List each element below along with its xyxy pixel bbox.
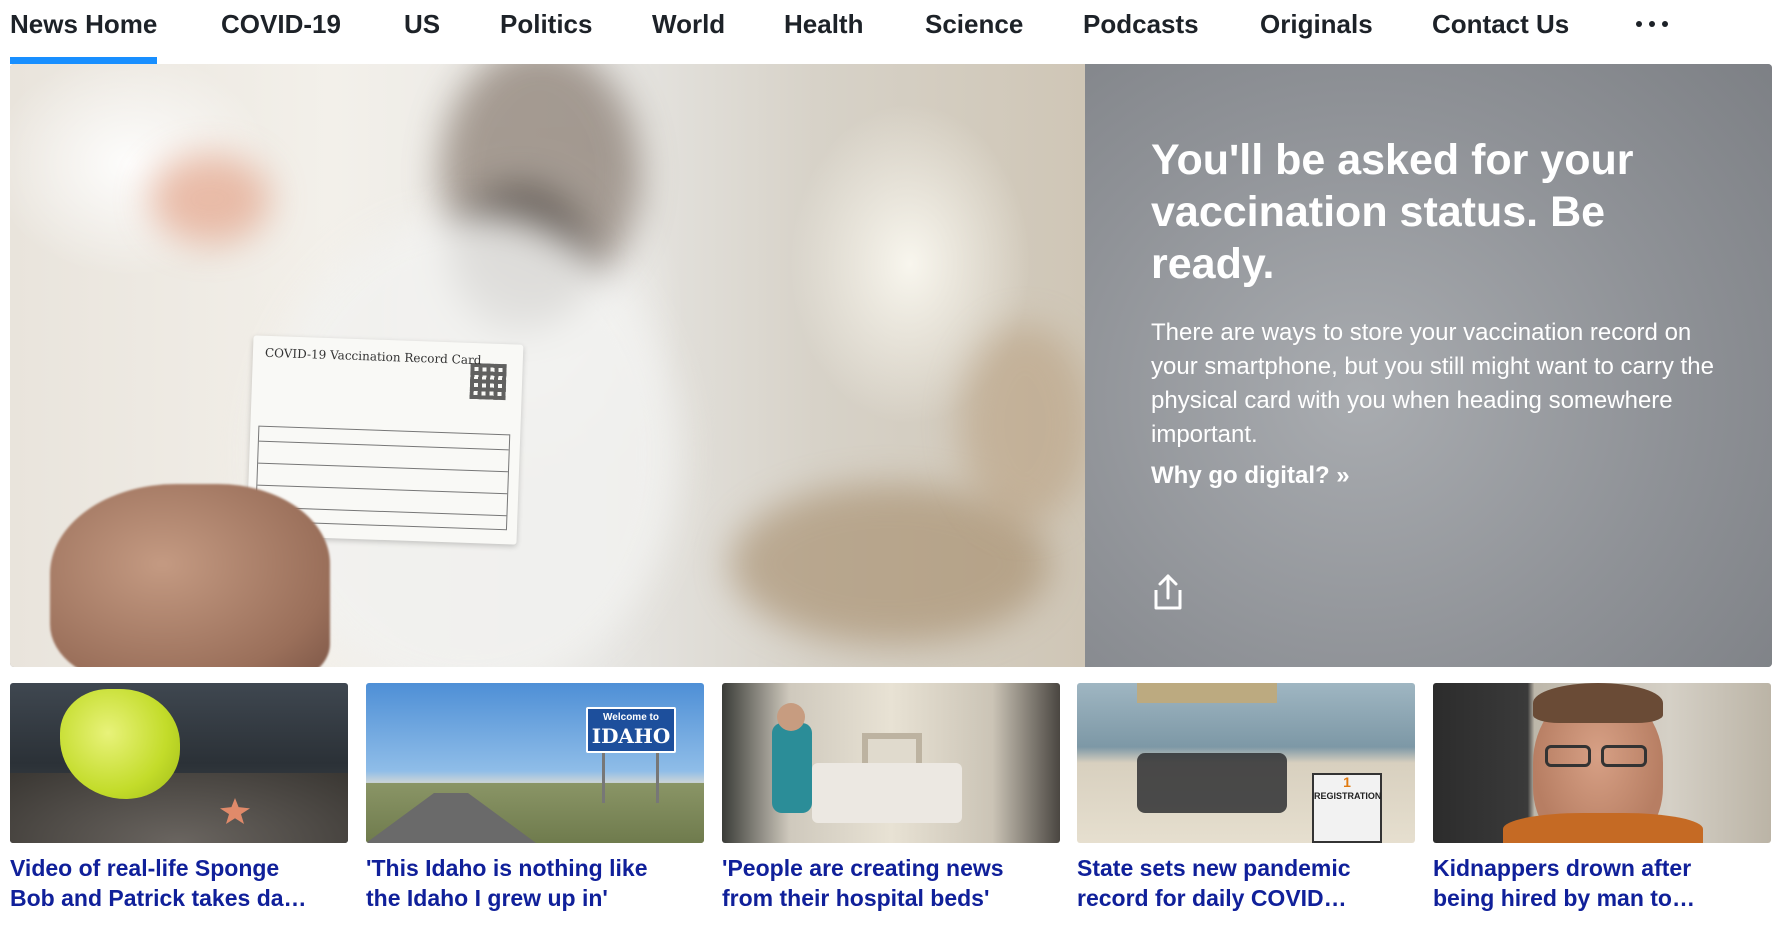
nav-item-world[interactable]: World bbox=[652, 6, 725, 64]
story-thumbnail bbox=[722, 683, 1060, 843]
top-navigation: News Home COVID-19 US Politics World Hea… bbox=[0, 0, 1782, 64]
story-card-hospital[interactable]: 'People are creating news from their hosp… bbox=[722, 683, 1060, 913]
registration-sign-text: REGISTRATION bbox=[1314, 791, 1382, 801]
story-thumbnail bbox=[1433, 683, 1771, 843]
active-tab-indicator bbox=[10, 57, 158, 64]
idaho-sign-brand: IDAHO bbox=[591, 724, 671, 748]
nav-item-politics[interactable]: Politics bbox=[500, 6, 592, 64]
story-thumbnail bbox=[10, 683, 348, 843]
story-card-pandemic-record[interactable]: 1 REGISTRATION State sets new pandemic re… bbox=[1077, 683, 1415, 913]
nav-item-originals[interactable]: Originals bbox=[1260, 6, 1373, 64]
story-thumbnail: 1 REGISTRATION bbox=[1077, 683, 1415, 843]
qr-code bbox=[469, 362, 507, 401]
nav-item-us[interactable]: US bbox=[404, 6, 440, 64]
nav-item-health[interactable]: Health bbox=[784, 6, 863, 64]
nav-item-news-home[interactable]: News Home bbox=[10, 6, 158, 64]
nav-item-podcasts[interactable]: Podcasts bbox=[1083, 6, 1199, 64]
vaccination-card-title: COVID-19 Vaccination Record Card bbox=[264, 345, 482, 368]
story-thumbnail: Welcome to IDAHO bbox=[366, 683, 704, 843]
hero-headline[interactable]: You'll be asked for your vaccination sta… bbox=[1151, 134, 1711, 290]
nav-item-contact-us[interactable]: Contact Us bbox=[1432, 6, 1569, 64]
hand bbox=[50, 484, 330, 667]
story-headline[interactable]: Video of real-life Sponge Bob and Patrick… bbox=[10, 853, 340, 913]
hero-image: COVID-19 Vaccination Record Card bbox=[10, 64, 1085, 667]
hero-summary: There are ways to store your vaccination… bbox=[1151, 319, 1714, 448]
nav-item-science[interactable]: Science bbox=[925, 6, 1023, 64]
share-icon[interactable] bbox=[1151, 572, 1185, 612]
hero-text-panel: You'll be asked for your vaccination sta… bbox=[1085, 64, 1772, 667]
idaho-sign-text: Welcome to bbox=[603, 712, 659, 723]
registration-sign-number: 1 bbox=[1343, 774, 1351, 790]
story-card-idaho[interactable]: Welcome to IDAHO 'This Idaho is nothing … bbox=[366, 683, 704, 913]
nav-item-covid-19[interactable]: COVID-19 bbox=[221, 6, 341, 64]
story-card-kidnappers[interactable]: Kidnappers drown after being hired by man… bbox=[1433, 683, 1771, 913]
story-headline[interactable]: Kidnappers drown after being hired by man… bbox=[1433, 853, 1763, 913]
hero-read-more-link[interactable]: Why go digital? » bbox=[1151, 462, 1350, 490]
more-horizontal-icon[interactable] bbox=[1632, 6, 1672, 42]
story-card-sponge-bob[interactable]: Video of real-life Sponge Bob and Patrick… bbox=[10, 683, 348, 913]
hero-story[interactable]: COVID-19 Vaccination Record Card You'll … bbox=[10, 64, 1772, 667]
story-headline[interactable]: 'This Idaho is nothing like the Idaho I g… bbox=[366, 853, 696, 913]
story-headline[interactable]: State sets new pandemic record for daily … bbox=[1077, 853, 1407, 913]
story-headline[interactable]: 'People are creating news from their hosp… bbox=[722, 853, 1052, 913]
